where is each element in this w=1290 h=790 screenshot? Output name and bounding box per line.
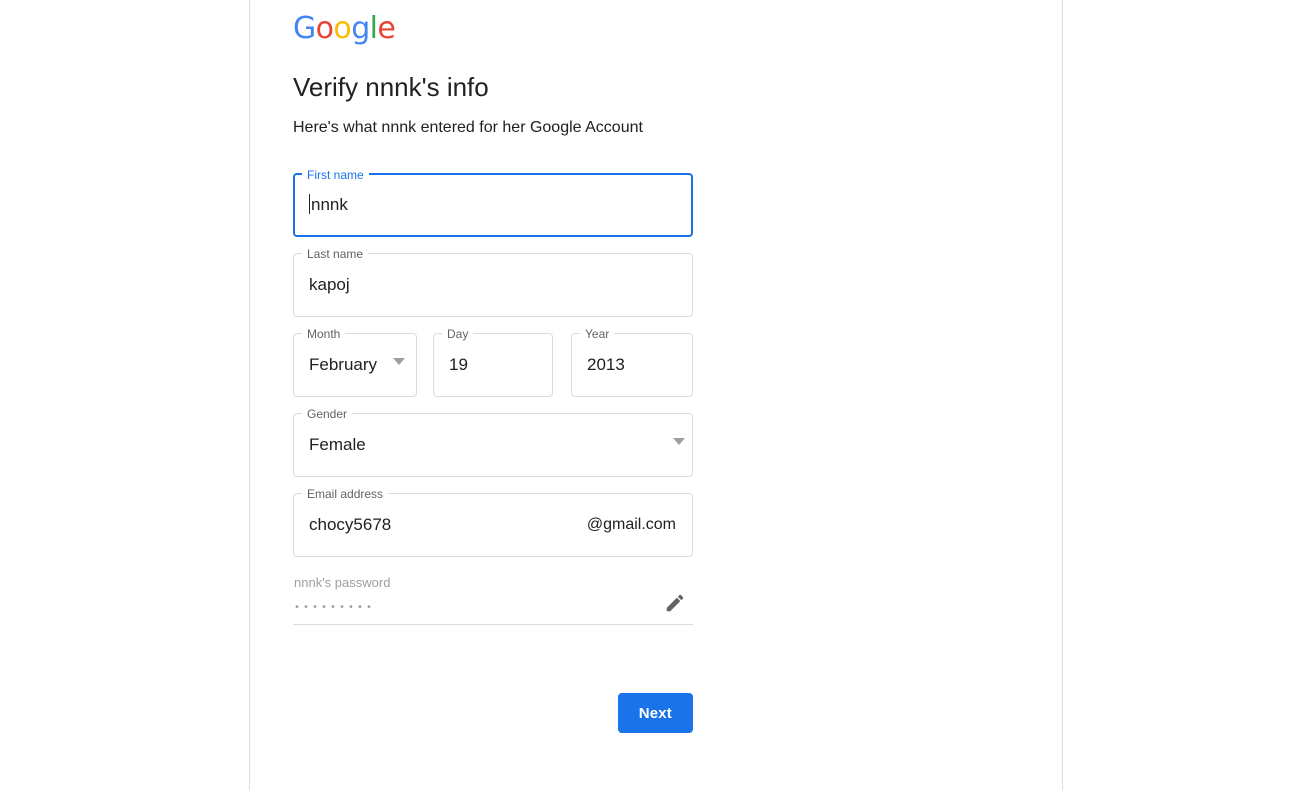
first-name-field[interactable]: First name nnnk bbox=[293, 167, 693, 237]
verify-info-page: Google Verify nnnk's info Here's what nn… bbox=[0, 0, 1290, 790]
email-label: Email address bbox=[302, 486, 389, 502]
text-cursor bbox=[309, 194, 310, 214]
verify-info-form: First name nnnk Last name kapoj Month Fe… bbox=[293, 167, 1063, 733]
birth-month-label: Month bbox=[302, 326, 346, 342]
password-masked-value: ••••••••• bbox=[294, 602, 375, 613]
email-domain-suffix: @gmail.com bbox=[586, 516, 676, 533]
content-divider-left bbox=[249, 0, 250, 790]
form-actions: Next bbox=[293, 693, 693, 733]
logo-letter-o2: o bbox=[333, 11, 352, 46]
first-name-label: First name bbox=[302, 167, 369, 183]
google-logo: Google bbox=[293, 12, 1063, 46]
birth-month-value: February bbox=[309, 355, 378, 374]
birth-year-label: Year bbox=[580, 326, 615, 342]
last-name-label: Last name bbox=[302, 246, 369, 262]
first-name-value-wrap: nnnk bbox=[309, 194, 348, 216]
birth-day-field[interactable]: Day 19 bbox=[433, 326, 553, 397]
page-subtitle: Here's what nnnk entered for her Google … bbox=[293, 119, 643, 136]
gender-select[interactable]: Gender Female bbox=[293, 406, 693, 477]
birth-day-value: 19 bbox=[449, 355, 468, 374]
password-row: nnnk's password ••••••••• bbox=[293, 575, 693, 625]
last-name-field[interactable]: Last name kapoj bbox=[293, 246, 693, 317]
next-button[interactable]: Next bbox=[617, 693, 693, 733]
page-title: Verify nnnk's info bbox=[293, 72, 489, 102]
logo-letter-g1: G bbox=[293, 11, 316, 46]
logo-letter-g2: g bbox=[351, 11, 370, 46]
gender-value: Female bbox=[309, 435, 366, 454]
birth-month-select[interactable]: Month February bbox=[293, 326, 417, 397]
pencil-edit-icon bbox=[664, 592, 688, 614]
last-name-value: kapoj bbox=[309, 275, 350, 294]
birthday-row: Month February Day 19 Year 2013 bbox=[293, 326, 693, 397]
birth-year-value: 2013 bbox=[587, 355, 625, 374]
first-name-value: nnnk bbox=[311, 195, 348, 214]
email-field[interactable]: Email address chocy5678 @gmail.com bbox=[293, 486, 693, 557]
edit-password-button[interactable] bbox=[664, 591, 688, 615]
birth-year-field[interactable]: Year 2013 bbox=[571, 326, 693, 397]
logo-letter-e: e bbox=[377, 11, 396, 46]
logo-letter-o1: o bbox=[315, 11, 334, 46]
email-value: chocy5678 bbox=[309, 515, 392, 534]
gender-label: Gender bbox=[302, 406, 353, 422]
birth-day-label: Day bbox=[442, 326, 474, 342]
content-column: Google Verify nnnk's info Here's what nn… bbox=[293, 0, 1063, 733]
password-label: nnnk's password bbox=[294, 575, 391, 590]
